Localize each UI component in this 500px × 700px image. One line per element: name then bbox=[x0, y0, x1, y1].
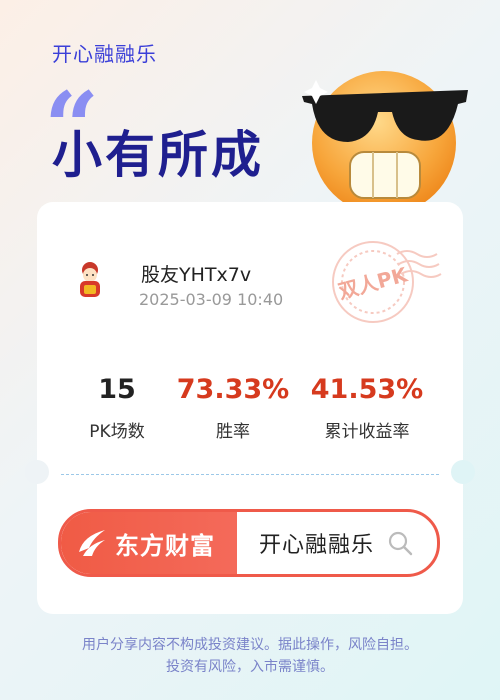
stat-value: 41.53% bbox=[310, 374, 424, 405]
disclaimer-line-1: 用户分享内容不构成投资建议。据此操作，风险自担。 bbox=[82, 637, 418, 653]
card-notch-right bbox=[451, 460, 475, 484]
stat-label: PK场数 bbox=[89, 422, 145, 442]
stat-pk-count: 15 PK场数 bbox=[77, 374, 157, 442]
stat-value: 73.33% bbox=[176, 374, 290, 405]
result-card: 股友YHTx7v 2025-03-09 10:40 双人PK 15 PK场数 7… bbox=[25, 202, 475, 614]
app-name: 开心融融乐 bbox=[52, 42, 157, 66]
search-keyword[interactable]: 开心融融乐 bbox=[259, 527, 374, 559]
username: 股友YHTx7v bbox=[141, 264, 252, 286]
stamp-text: 双人PK bbox=[336, 262, 411, 304]
stat-label: 累计收益率 bbox=[324, 422, 410, 442]
disclaimer: 用户分享内容不构成投资建议。据此操作，风险自担。 投资有风险，入市需谨慎。 bbox=[0, 634, 500, 678]
stat-label: 胜率 bbox=[216, 422, 250, 442]
stat-value: 15 bbox=[98, 374, 136, 405]
disclaimer-line-2: 投资有风险，入市需谨慎。 bbox=[166, 659, 334, 675]
fortune-god-avatar-icon bbox=[80, 262, 100, 297]
brand-name: 东方财富 bbox=[115, 532, 215, 560]
timestamp: 2025-03-09 10:40 bbox=[139, 290, 284, 309]
page-title: 小有所成 bbox=[52, 126, 264, 184]
pk-stamp-icon: 双人PK bbox=[332, 241, 442, 323]
eastmoney-logo-icon bbox=[79, 530, 105, 556]
stat-win-rate: 73.33% 胜率 bbox=[173, 374, 293, 442]
stat-cumulative-return: 41.53% 累计收益率 bbox=[307, 374, 427, 442]
dashed-divider bbox=[61, 474, 439, 475]
brand-badge: 东方财富 bbox=[61, 512, 237, 574]
brand-search-bar[interactable]: 东方财富 开心融融乐 bbox=[58, 509, 440, 577]
card-notch-left bbox=[25, 460, 49, 484]
search-icon[interactable] bbox=[387, 530, 413, 556]
cool-emoji-icon bbox=[302, 71, 468, 215]
